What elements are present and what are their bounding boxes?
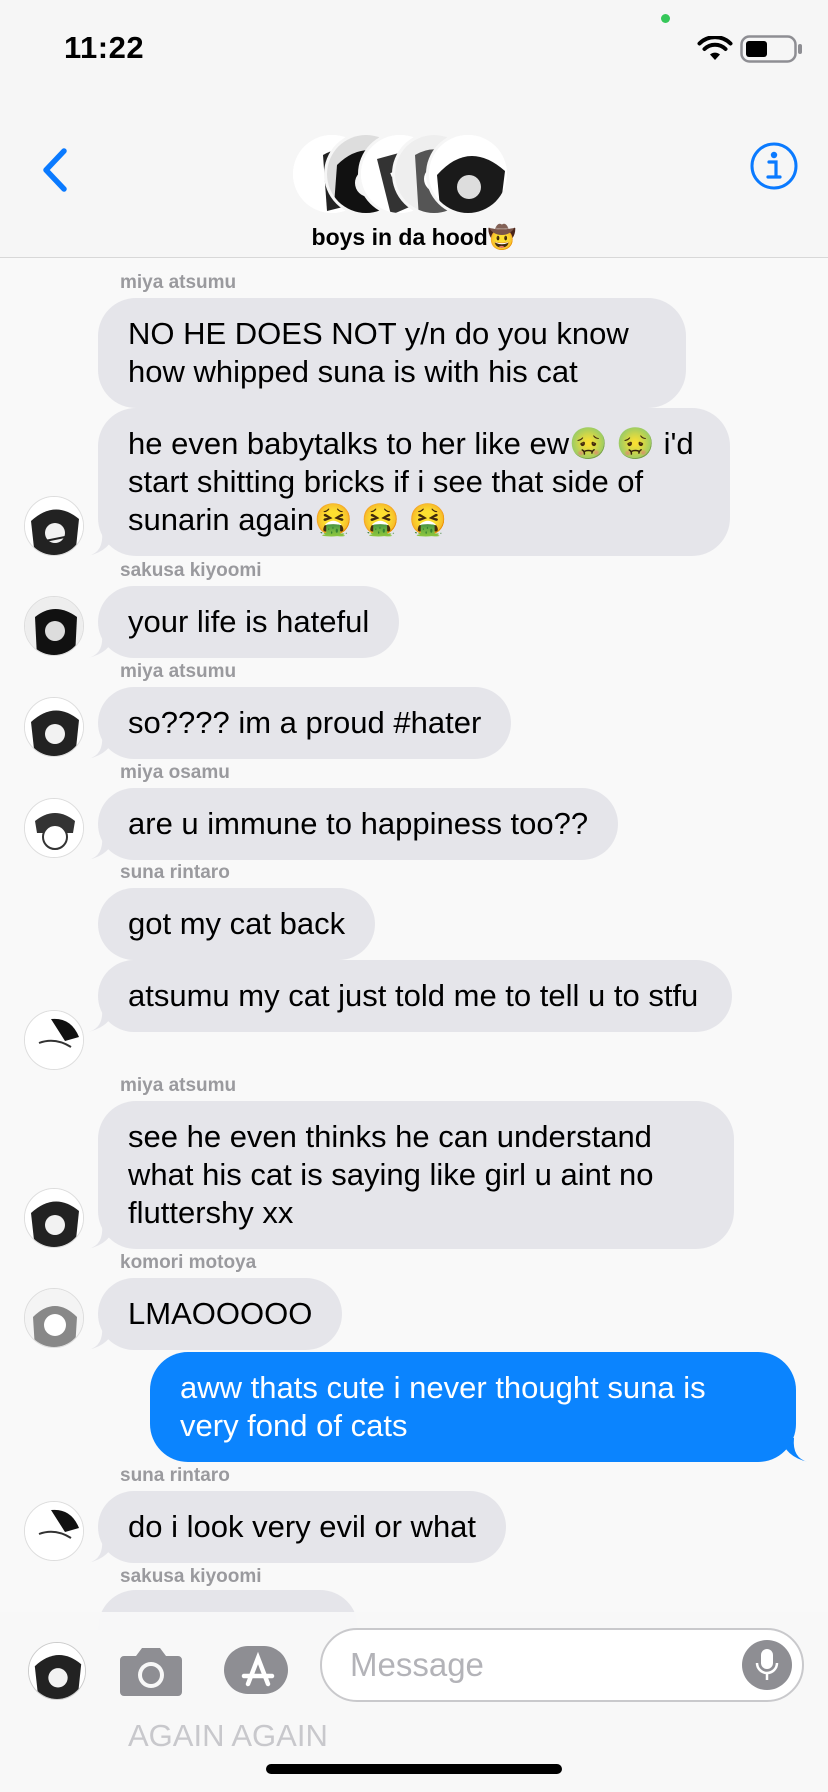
message-input-field[interactable] xyxy=(320,1628,804,1702)
message-text: are u immune to happiness too?? xyxy=(128,806,589,841)
incoming-message-bubble[interactable]: so???? im a proud #hater xyxy=(88,687,512,759)
avatar-sakusa-kiyoomi[interactable] xyxy=(24,596,84,656)
back-button[interactable] xyxy=(30,140,80,200)
incoming-message-bubble[interactable]: got my cat back xyxy=(98,888,376,960)
message-text: your life is hateful xyxy=(128,604,370,639)
incoming-message-bubble[interactable]: your life is hateful xyxy=(88,586,400,658)
app-store-icon xyxy=(224,1646,288,1694)
avatar-miya-atsumu[interactable] xyxy=(24,697,84,757)
sender-name: sakusa kiyoomi xyxy=(120,1566,262,1587)
incoming-message-bubble[interactable]: LMAOOOOO xyxy=(88,1278,343,1350)
sender-name: miya atsumu xyxy=(120,1075,237,1096)
camera-button[interactable] xyxy=(118,1642,184,1705)
sender-name: sakusa kiyoomi xyxy=(120,560,262,581)
sender-name: komori motoya xyxy=(120,1252,257,1273)
camera-icon xyxy=(120,1648,182,1696)
sender-name: miya atsumu xyxy=(120,272,237,293)
incoming-message-bubble[interactable]: see he even thinks he can understand wha… xyxy=(88,1101,734,1249)
incoming-message-bubble[interactable]: are u immune to happiness too?? xyxy=(88,788,619,860)
message-text: he even babytalks to her like ew🤢 🤢 i'd … xyxy=(128,426,694,537)
message-text: got my cat back xyxy=(128,906,346,941)
incoming-message-bubble[interactable]: he even babytalks to her like ew🤢 🤢 i'd … xyxy=(88,408,730,556)
sender-name: suna rintaro xyxy=(120,862,230,883)
info-button[interactable] xyxy=(748,140,800,192)
status-bar: 11:22 xyxy=(0,0,828,100)
sender-name: miya osamu xyxy=(120,762,230,783)
sender-name: suna rintaro xyxy=(120,1465,230,1486)
message-input[interactable] xyxy=(350,1646,710,1684)
blurred-message-preview: AGAIN AGAIN xyxy=(128,1718,328,1753)
battery-icon xyxy=(740,35,804,68)
home-indicator[interactable] xyxy=(266,1764,562,1774)
group-avatar-stack[interactable] xyxy=(290,132,510,216)
group-member-avatar xyxy=(426,132,510,216)
outgoing-message-bubble[interactable]: aww thats cute i never thought suna is v… xyxy=(150,1352,808,1462)
status-time: 11:22 xyxy=(64,30,145,65)
conversation-header: boys in da hood🤠 xyxy=(0,100,828,258)
avatar-suna-rintaro[interactable] xyxy=(24,1501,84,1561)
incoming-message-bubble[interactable]: do i look very evil or what xyxy=(88,1491,507,1563)
avatar-miya-osamu[interactable] xyxy=(24,798,84,858)
incoming-message-bubble[interactable]: NO HE DOES NOT y/n do you know how whipp… xyxy=(98,298,686,408)
message-text: see he even thinks he can understand wha… xyxy=(128,1119,654,1230)
wifi-icon xyxy=(697,35,733,67)
message-text: NO HE DOES NOT y/n do you know how whipp… xyxy=(128,316,629,389)
message-text: so???? im a proud #hater xyxy=(128,705,482,740)
app-store-button[interactable] xyxy=(222,1642,292,1703)
microphone-icon xyxy=(755,1649,779,1680)
message-list[interactable]: miya atsumu NO HE DOES NOT y/n do you kn… xyxy=(0,258,828,1618)
sender-name: miya atsumu xyxy=(120,661,237,682)
avatar-miya-atsumu[interactable] xyxy=(24,496,84,556)
avatar-miya-atsumu[interactable] xyxy=(24,1188,84,1248)
memoji-avatar-button[interactable] xyxy=(28,1642,86,1700)
message-text: LMAOOOOO xyxy=(128,1296,313,1331)
message-text: do i look very evil or what xyxy=(128,1509,477,1544)
camera-in-use-indicator xyxy=(661,14,670,23)
dictation-button[interactable] xyxy=(742,1640,792,1690)
info-icon xyxy=(750,142,798,190)
avatar-suna-rintaro[interactable] xyxy=(24,1010,84,1070)
group-name[interactable]: boys in da hood🤠 xyxy=(0,224,828,251)
avatar-komori-motoya[interactable] xyxy=(24,1288,84,1348)
back-chevron-icon xyxy=(43,148,67,192)
message-text: atsumu my cat just told me to tell u to … xyxy=(128,978,699,1013)
message-text: aww thats cute i never thought suna is v… xyxy=(180,1370,706,1443)
incoming-message-bubble[interactable]: atsumu my cat just told me to tell u to … xyxy=(88,960,732,1032)
